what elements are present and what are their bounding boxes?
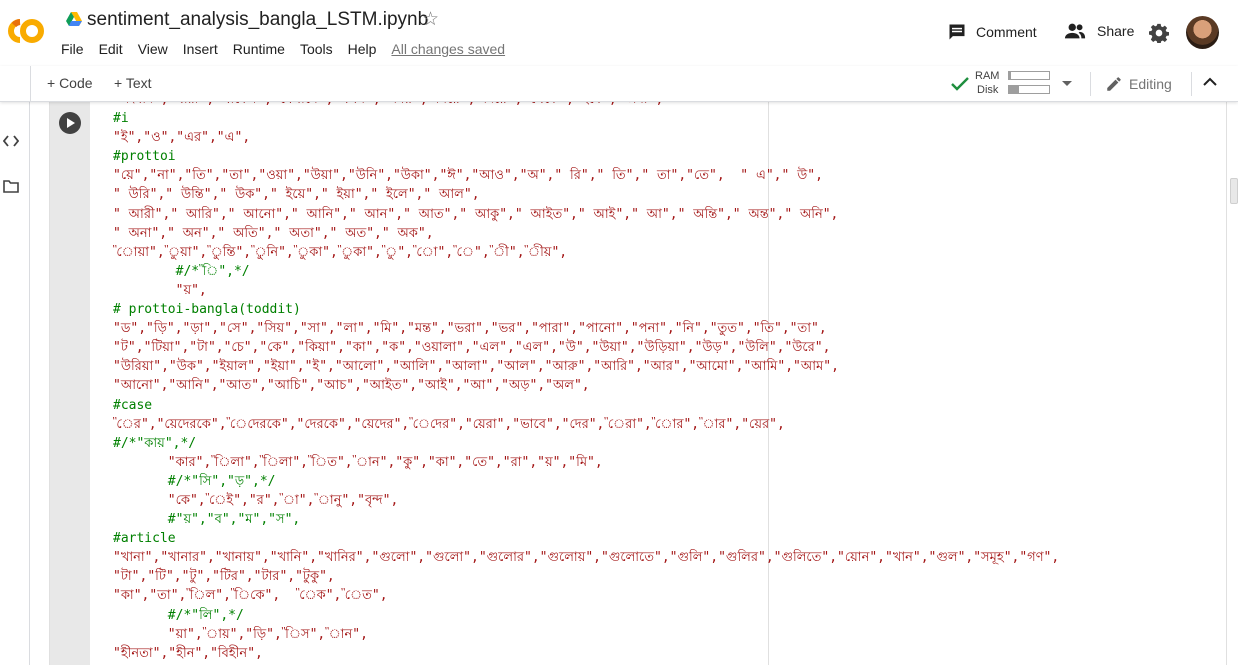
code-line: "সংবাদ","যারা","থাকেন","যেখানে","যখন","স… bbox=[113, 102, 1059, 109]
code-cell[interactable]: "সংবাদ","যারা","থাকেন","যেখানে","যখন","স… bbox=[49, 102, 1227, 665]
code-line: "আনো","আনি","আত","আচি","আচ","আইত","আই","… bbox=[113, 378, 590, 394]
code-line: "খানা","খানার","খানায়","খানি","খানির","… bbox=[113, 550, 1060, 566]
code-line: #case bbox=[113, 397, 153, 413]
code-line: #article bbox=[113, 531, 176, 547]
code-line: #/*"সি","ড়",*/ bbox=[113, 473, 276, 489]
disk-label: Disk bbox=[977, 84, 999, 96]
comment-icon bbox=[949, 24, 965, 40]
code-line: "কা","তা","িল","িকে", "েক","েত", bbox=[113, 588, 388, 604]
code-line: #/*"কায়",*/ bbox=[113, 435, 197, 451]
ram-label: RAM bbox=[975, 70, 1000, 82]
code-line: #"য়","ব","ম","স", bbox=[113, 512, 301, 528]
star-icon[interactable]: ☆ bbox=[422, 10, 439, 29]
code-line: "ই","ও","এর","এ", bbox=[113, 130, 251, 146]
notebook-toolbar: + Code + Text RAM Disk Editing bbox=[0, 66, 1238, 102]
code-snippets-icon[interactable] bbox=[3, 135, 19, 147]
ram-meter-fill bbox=[1009, 72, 1011, 79]
check-icon bbox=[951, 77, 969, 91]
code-line: "কার","িলা","িলা","িত","ান","কু","কা","ত… bbox=[113, 454, 603, 470]
save-status-link[interactable]: All changes saved bbox=[391, 41, 505, 57]
code-text: "সংবাদ","যারা","থাকেন","যেখানে","যখন","স… bbox=[113, 102, 1059, 663]
code-line: "ট","টিয়া","টা","চে","কে","কিয়া","কা",… bbox=[113, 340, 831, 356]
notebook-title[interactable]: sentiment_analysis_bangla_LSTM.ipynb bbox=[87, 9, 428, 31]
left-rail bbox=[0, 66, 30, 665]
ram-meter[interactable] bbox=[1008, 71, 1050, 80]
menu-edit[interactable]: Edit bbox=[99, 41, 123, 57]
menu-view[interactable]: View bbox=[138, 41, 168, 57]
code-line: "োয়া","ুয়া","ুন্তি","ুনি","ুকা","ুকা",… bbox=[113, 244, 568, 260]
menu-tools[interactable]: Tools bbox=[300, 41, 333, 57]
code-line: #/*"ি",*/ bbox=[113, 263, 250, 279]
menu-file[interactable]: File bbox=[61, 41, 84, 57]
share-button[interactable]: Share bbox=[1064, 22, 1134, 40]
menu-runtime[interactable]: Runtime bbox=[233, 41, 285, 57]
code-line: "য়ে","না","তি","তা","ওয়া","উয়া","উনি"… bbox=[113, 168, 823, 184]
run-cell-button[interactable] bbox=[59, 112, 81, 134]
code-line: " আরী"," আরি"," আনো"," আনি"," আন"," আত",… bbox=[113, 206, 839, 222]
code-line: "উরিয়া","উক","ইয়াল","ইয়া","ই","আলো","… bbox=[113, 359, 839, 375]
code-line: " অনা"," অন"," অতি"," অতা"," অত"," অক", bbox=[113, 225, 434, 241]
share-label: Share bbox=[1097, 23, 1135, 39]
code-line: "য়া","ায়","ড়ি","িস","ান", bbox=[113, 626, 368, 642]
editing-mode-button[interactable]: Editing bbox=[1105, 75, 1172, 93]
disk-meter-fill bbox=[1009, 86, 1019, 93]
comment-label: Comment bbox=[976, 24, 1037, 40]
chevron-down-icon[interactable] bbox=[1062, 81, 1072, 86]
code-line: "কে","েই","র","া","ানু","বৃন্দ", bbox=[113, 492, 399, 508]
menu-insert[interactable]: Insert bbox=[183, 41, 218, 57]
comment-button[interactable]: Comment bbox=[947, 22, 1037, 42]
code-line: #prottoi bbox=[113, 149, 176, 165]
menu-bar: File Edit View Insert Runtime Tools Help… bbox=[61, 41, 520, 57]
code-line: " উরি"," উন্তি"," উক"," ইয়ে"," ইয়া"," … bbox=[113, 187, 480, 203]
code-line: "হীনতা","হীন","বিহীন", bbox=[113, 645, 263, 661]
menu-help[interactable]: Help bbox=[348, 41, 377, 57]
code-line: "টা","টি","টু","টির","টার","টুকু", bbox=[113, 569, 335, 585]
disk-meter[interactable] bbox=[1008, 85, 1050, 94]
toolbar-divider bbox=[1191, 72, 1192, 96]
code-line: "য়", bbox=[113, 282, 207, 298]
code-line: "ড","ড়ি","ড়া","সে","সিয়","সা","লা","ম… bbox=[113, 321, 827, 337]
code-line: # prottoi-bangla(toddit) bbox=[113, 302, 301, 318]
cell-gutter bbox=[50, 102, 90, 665]
top-header: sentiment_analysis_bangla_LSTM.ipynb ☆ F… bbox=[0, 0, 1238, 66]
scrollbar-thumb[interactable] bbox=[1230, 178, 1238, 204]
folder-icon[interactable] bbox=[3, 180, 19, 193]
chevron-up-icon[interactable] bbox=[1203, 77, 1217, 87]
avatar[interactable] bbox=[1186, 16, 1219, 49]
gear-icon[interactable] bbox=[1149, 23, 1169, 43]
editing-label: Editing bbox=[1129, 76, 1172, 92]
toolbar-divider bbox=[1090, 72, 1091, 96]
add-code-button[interactable]: + Code bbox=[47, 75, 93, 91]
pencil-icon bbox=[1107, 77, 1121, 91]
code-editor[interactable]: "সংবাদ","যারা","থাকেন","যেখানে","যখন","স… bbox=[90, 102, 1226, 665]
toolbar-divider bbox=[30, 66, 31, 102]
add-text-button[interactable]: + Text bbox=[114, 75, 152, 91]
code-line: "ের","য়েদেরকে","েদেরকে","দেরকে","য়েদের… bbox=[113, 416, 785, 432]
share-icon bbox=[1064, 23, 1086, 39]
colab-logo[interactable] bbox=[6, 16, 46, 46]
drive-icon bbox=[66, 12, 82, 26]
notebook-main: "সংবাদ","যারা","থাকেন","যেখানে","যখন","স… bbox=[31, 102, 1238, 665]
code-line: #/*"লি",*/ bbox=[113, 607, 244, 623]
code-line: #i bbox=[113, 111, 129, 127]
